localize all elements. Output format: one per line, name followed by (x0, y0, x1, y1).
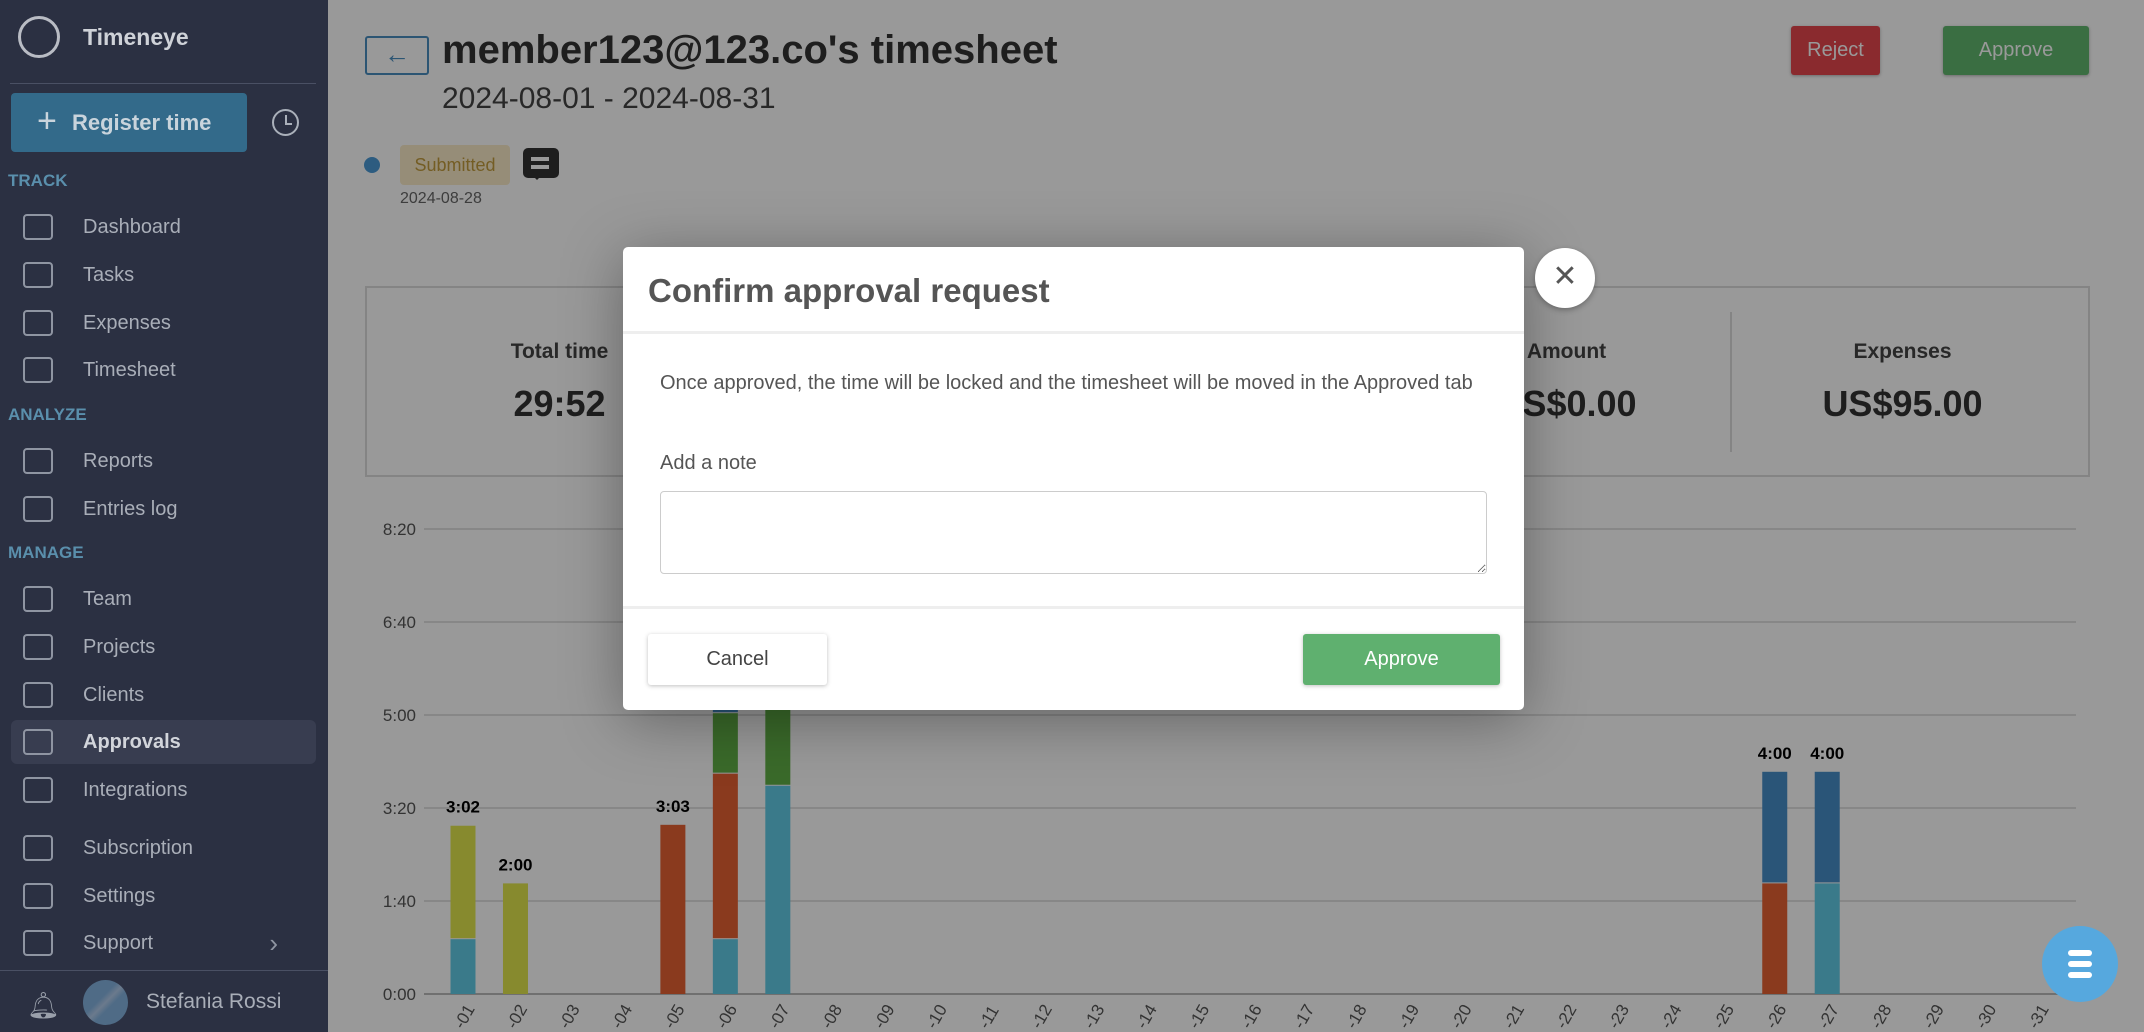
register-time-button[interactable]: + Register time (11, 93, 247, 152)
close-icon: ✕ (1552, 260, 1578, 293)
divider (10, 83, 316, 84)
cubes-icon (23, 777, 53, 803)
cancel-button[interactable]: Cancel (648, 634, 827, 685)
section-analyze: ANALYZE (8, 405, 87, 424)
sidebar-item-label: Expenses (83, 311, 171, 334)
sidebar-item-subscription[interactable]: Subscription (11, 826, 316, 870)
note-label: Add a note (660, 452, 757, 474)
chart-line-icon (23, 448, 53, 474)
sidebar-item-entries-log[interactable]: Entries log (11, 487, 316, 531)
team-icon (23, 586, 53, 612)
sidebar-item-label: Projects (83, 635, 156, 658)
calendar-clock-icon (23, 214, 53, 240)
sidebar-item-label: Support (83, 931, 154, 954)
section-manage: MANAGE (8, 543, 84, 562)
plus-icon: + (37, 102, 57, 140)
sidebar-item-integrations[interactable]: Integrations (11, 768, 316, 812)
sidebar-item-expenses[interactable]: Expenses (11, 301, 316, 345)
close-dialog-button[interactable]: ✕ (1535, 248, 1595, 308)
clock-icon[interactable] (272, 109, 299, 136)
sidebar-item-reports[interactable]: Reports (11, 439, 316, 483)
dialog-divider (623, 606, 1524, 609)
sidebar-item-support[interactable]: Support › (11, 921, 316, 965)
sidebar-item-label: Team (83, 587, 132, 610)
lifebuoy-icon (23, 930, 53, 956)
sidebar-item-label: Tasks (83, 263, 135, 286)
sidebar-item-clients[interactable]: Clients (11, 673, 316, 717)
sidebar-item-label: Settings (83, 884, 156, 907)
shield-check-icon (23, 729, 53, 755)
confirm-approve-button[interactable]: Approve (1303, 634, 1500, 685)
sidebar-item-dashboard[interactable]: Dashboard (11, 205, 316, 249)
user-name[interactable]: Stefania Rossi (146, 990, 281, 1014)
sidebar-item-label: Timesheet (83, 358, 176, 381)
sidebar-item-team[interactable]: Team (11, 577, 316, 621)
sidebar-item-label: Subscription (83, 836, 194, 859)
list-icon (23, 496, 53, 522)
sidebar-item-label: Clients (83, 683, 145, 706)
bell-icon[interactable]: 🔔︎ (27, 990, 60, 1021)
chat-support-button[interactable] (2042, 926, 2118, 1002)
sidebar-item-tasks[interactable]: Tasks (11, 253, 316, 297)
divider (0, 970, 328, 971)
dialog-title: Confirm approval request (623, 247, 1524, 334)
sidebar-item-label: Dashboard (83, 215, 181, 238)
chat-icon-line (2068, 961, 2092, 967)
chevron-right-icon: › (269, 927, 278, 958)
section-track: TRACK (8, 171, 68, 190)
sidebar-item-timesheet[interactable]: Timesheet (11, 348, 316, 392)
timeneye-logo-icon (18, 16, 60, 58)
wallet-icon (23, 310, 53, 336)
gear-icon (23, 883, 53, 909)
sidebar-item-projects[interactable]: Projects (11, 625, 316, 669)
register-time-label: Register time (72, 109, 212, 135)
chat-icon (2068, 950, 2092, 956)
chat-icon-line (2068, 972, 2092, 978)
sidebar-item-label: Integrations (83, 778, 188, 801)
folder-icon (23, 634, 53, 660)
credit-card-icon (23, 835, 53, 861)
checklist-icon (23, 262, 53, 288)
confirm-approval-dialog: Confirm approval request Once approved, … (623, 247, 1524, 710)
briefcase-icon (23, 682, 53, 708)
sidebar-item-approvals[interactable]: Approvals (11, 720, 316, 764)
note-input[interactable] (660, 491, 1487, 574)
sidebar-item-label: Entries log (83, 497, 178, 520)
dialog-message: Once approved, the time will be locked a… (660, 372, 1473, 394)
sidebar-item-settings[interactable]: Settings (11, 874, 316, 918)
sidebar-item-label: Reports (83, 449, 154, 472)
avatar[interactable] (83, 980, 128, 1025)
brand-name: Timeneye (83, 24, 189, 50)
sidebar-item-label: Approvals (83, 730, 181, 753)
calendar-edit-icon (23, 357, 53, 383)
sidebar: Timeneye + Register time TRACK ANALYZE MA… (0, 0, 328, 1032)
